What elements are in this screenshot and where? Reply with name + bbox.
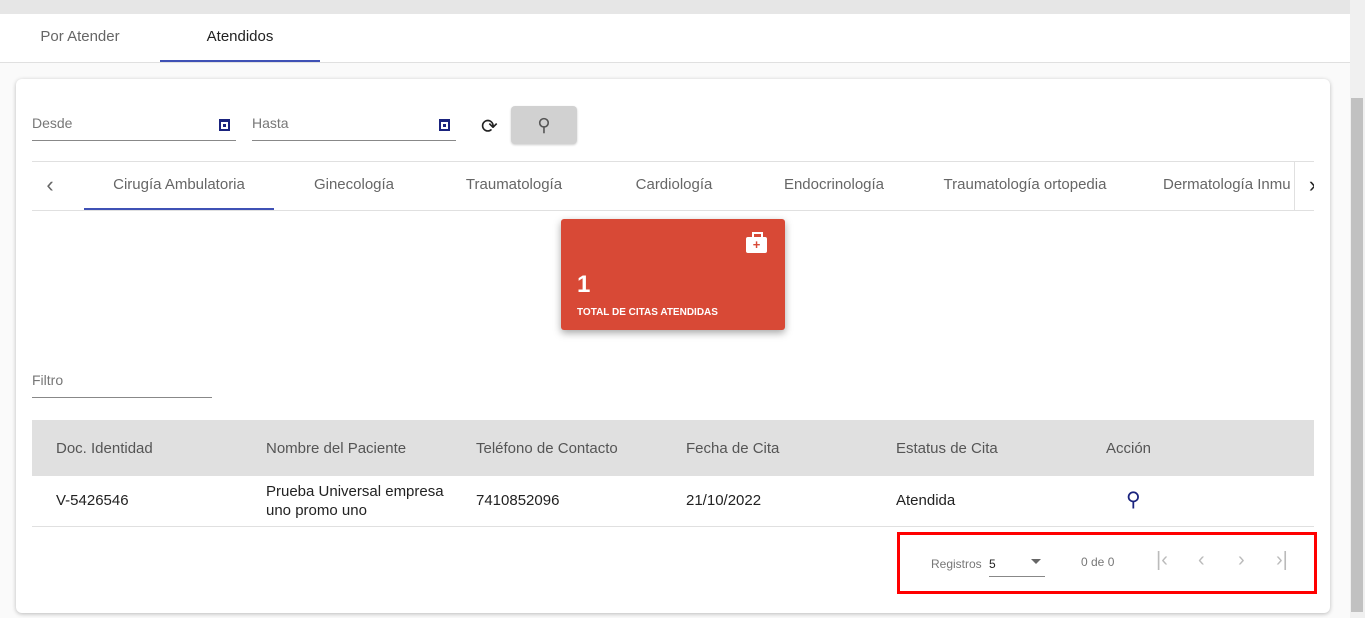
page: Por Atender Atendidos Desde Hasta ⟳ ⚲ ‹ … bbox=[0, 14, 1350, 618]
tab-specialty[interactable]: Traumatología ortopedia bbox=[914, 162, 1136, 210]
next-page-icon[interactable]: › bbox=[1238, 549, 1245, 572]
hasta-field[interactable]: Hasta bbox=[252, 109, 456, 141]
first-aid-kit-icon: + bbox=[746, 232, 767, 253]
cell-phone: 7410852096 bbox=[452, 476, 662, 527]
refresh-icon[interactable]: ⟳ bbox=[481, 114, 498, 139]
tab-atendidos[interactable]: Atendidos bbox=[160, 14, 320, 62]
cell-action: ⚲ bbox=[1082, 476, 1314, 527]
filter-placeholder: Filtro bbox=[32, 372, 64, 388]
prev-page-icon[interactable]: ‹ bbox=[1198, 549, 1205, 572]
dropdown-arrow-icon bbox=[1031, 559, 1041, 564]
tab-specialty[interactable]: Cirugía Ambulatoria bbox=[84, 162, 274, 210]
tab-por-atender[interactable]: Por Atender bbox=[0, 14, 160, 62]
page-size-select[interactable]: 5 bbox=[989, 553, 1045, 577]
main-card: Desde Hasta ⟳ ⚲ ‹ Cirugía Ambulatoria Gi… bbox=[16, 79, 1330, 613]
desde-label: Desde bbox=[32, 115, 73, 131]
column-header[interactable]: Doc. Identidad bbox=[32, 420, 242, 476]
table-header: Doc. Identidad Nombre del Paciente Teléf… bbox=[32, 420, 1314, 476]
search-icon: ⚲ bbox=[537, 115, 551, 135]
desde-field[interactable]: Desde bbox=[32, 109, 236, 141]
column-header[interactable]: Estatus de Cita bbox=[872, 420, 1082, 476]
calendar-icon[interactable] bbox=[219, 119, 230, 131]
scrollbar-thumb[interactable] bbox=[1351, 98, 1363, 612]
search-icon[interactable]: ⚲ bbox=[1106, 489, 1141, 511]
page-tabs: Por Atender Atendidos bbox=[0, 14, 1350, 63]
column-header[interactable]: Fecha de Cita bbox=[662, 420, 872, 476]
hasta-label: Hasta bbox=[252, 115, 289, 131]
column-header[interactable]: Teléfono de Contacto bbox=[452, 420, 662, 476]
chevron-right-icon[interactable]: › bbox=[1294, 162, 1314, 210]
specialty-tabs: ‹ Cirugía Ambulatoria Ginecología Trauma… bbox=[32, 161, 1314, 211]
top-bar bbox=[0, 0, 1350, 14]
kpi-value: 1 bbox=[577, 271, 591, 298]
search-button[interactable]: ⚲ bbox=[511, 106, 577, 144]
range-label: 0 de 0 bbox=[1081, 555, 1115, 569]
tab-specialty[interactable]: Ginecología bbox=[274, 162, 434, 210]
kpi-label: TOTAL DE CITAS ATENDIDAS bbox=[577, 307, 718, 318]
column-header[interactable]: Nombre del Paciente bbox=[242, 420, 452, 476]
appointments-table: Doc. Identidad Nombre del Paciente Teléf… bbox=[32, 420, 1314, 527]
cell-name: Prueba Universal empresa uno promo uno bbox=[242, 476, 452, 527]
cell-date: 21/10/2022 bbox=[662, 476, 872, 527]
scrollbar[interactable] bbox=[1350, 0, 1365, 618]
cell-doc: V-5426546 bbox=[32, 476, 242, 527]
first-page-icon[interactable]: |‹ bbox=[1156, 549, 1168, 572]
page-size-label: Registros bbox=[931, 557, 982, 571]
table-row: V-5426546 Prueba Universal empresa uno p… bbox=[32, 476, 1314, 527]
tab-specialty[interactable]: Endocrinología bbox=[754, 162, 914, 210]
column-header: Acción bbox=[1082, 420, 1314, 476]
last-page-icon[interactable]: ›| bbox=[1276, 549, 1288, 572]
chevron-left-icon[interactable]: ‹ bbox=[32, 162, 68, 210]
paginator: Registros 5 0 de 0 |‹ ‹ › ›| bbox=[897, 532, 1317, 594]
tab-specialty[interactable]: Dermatología Inmu bbox=[1136, 162, 1306, 210]
calendar-icon[interactable] bbox=[439, 119, 450, 131]
tab-specialty[interactable]: Traumatología bbox=[434, 162, 594, 210]
page-size-value: 5 bbox=[989, 557, 996, 571]
tab-specialty[interactable]: Cardiología bbox=[594, 162, 754, 210]
kpi-card: + 1 TOTAL DE CITAS ATENDIDAS bbox=[561, 219, 785, 330]
cell-status: Atendida bbox=[872, 476, 1082, 527]
filter-input[interactable]: Filtro bbox=[32, 364, 212, 398]
